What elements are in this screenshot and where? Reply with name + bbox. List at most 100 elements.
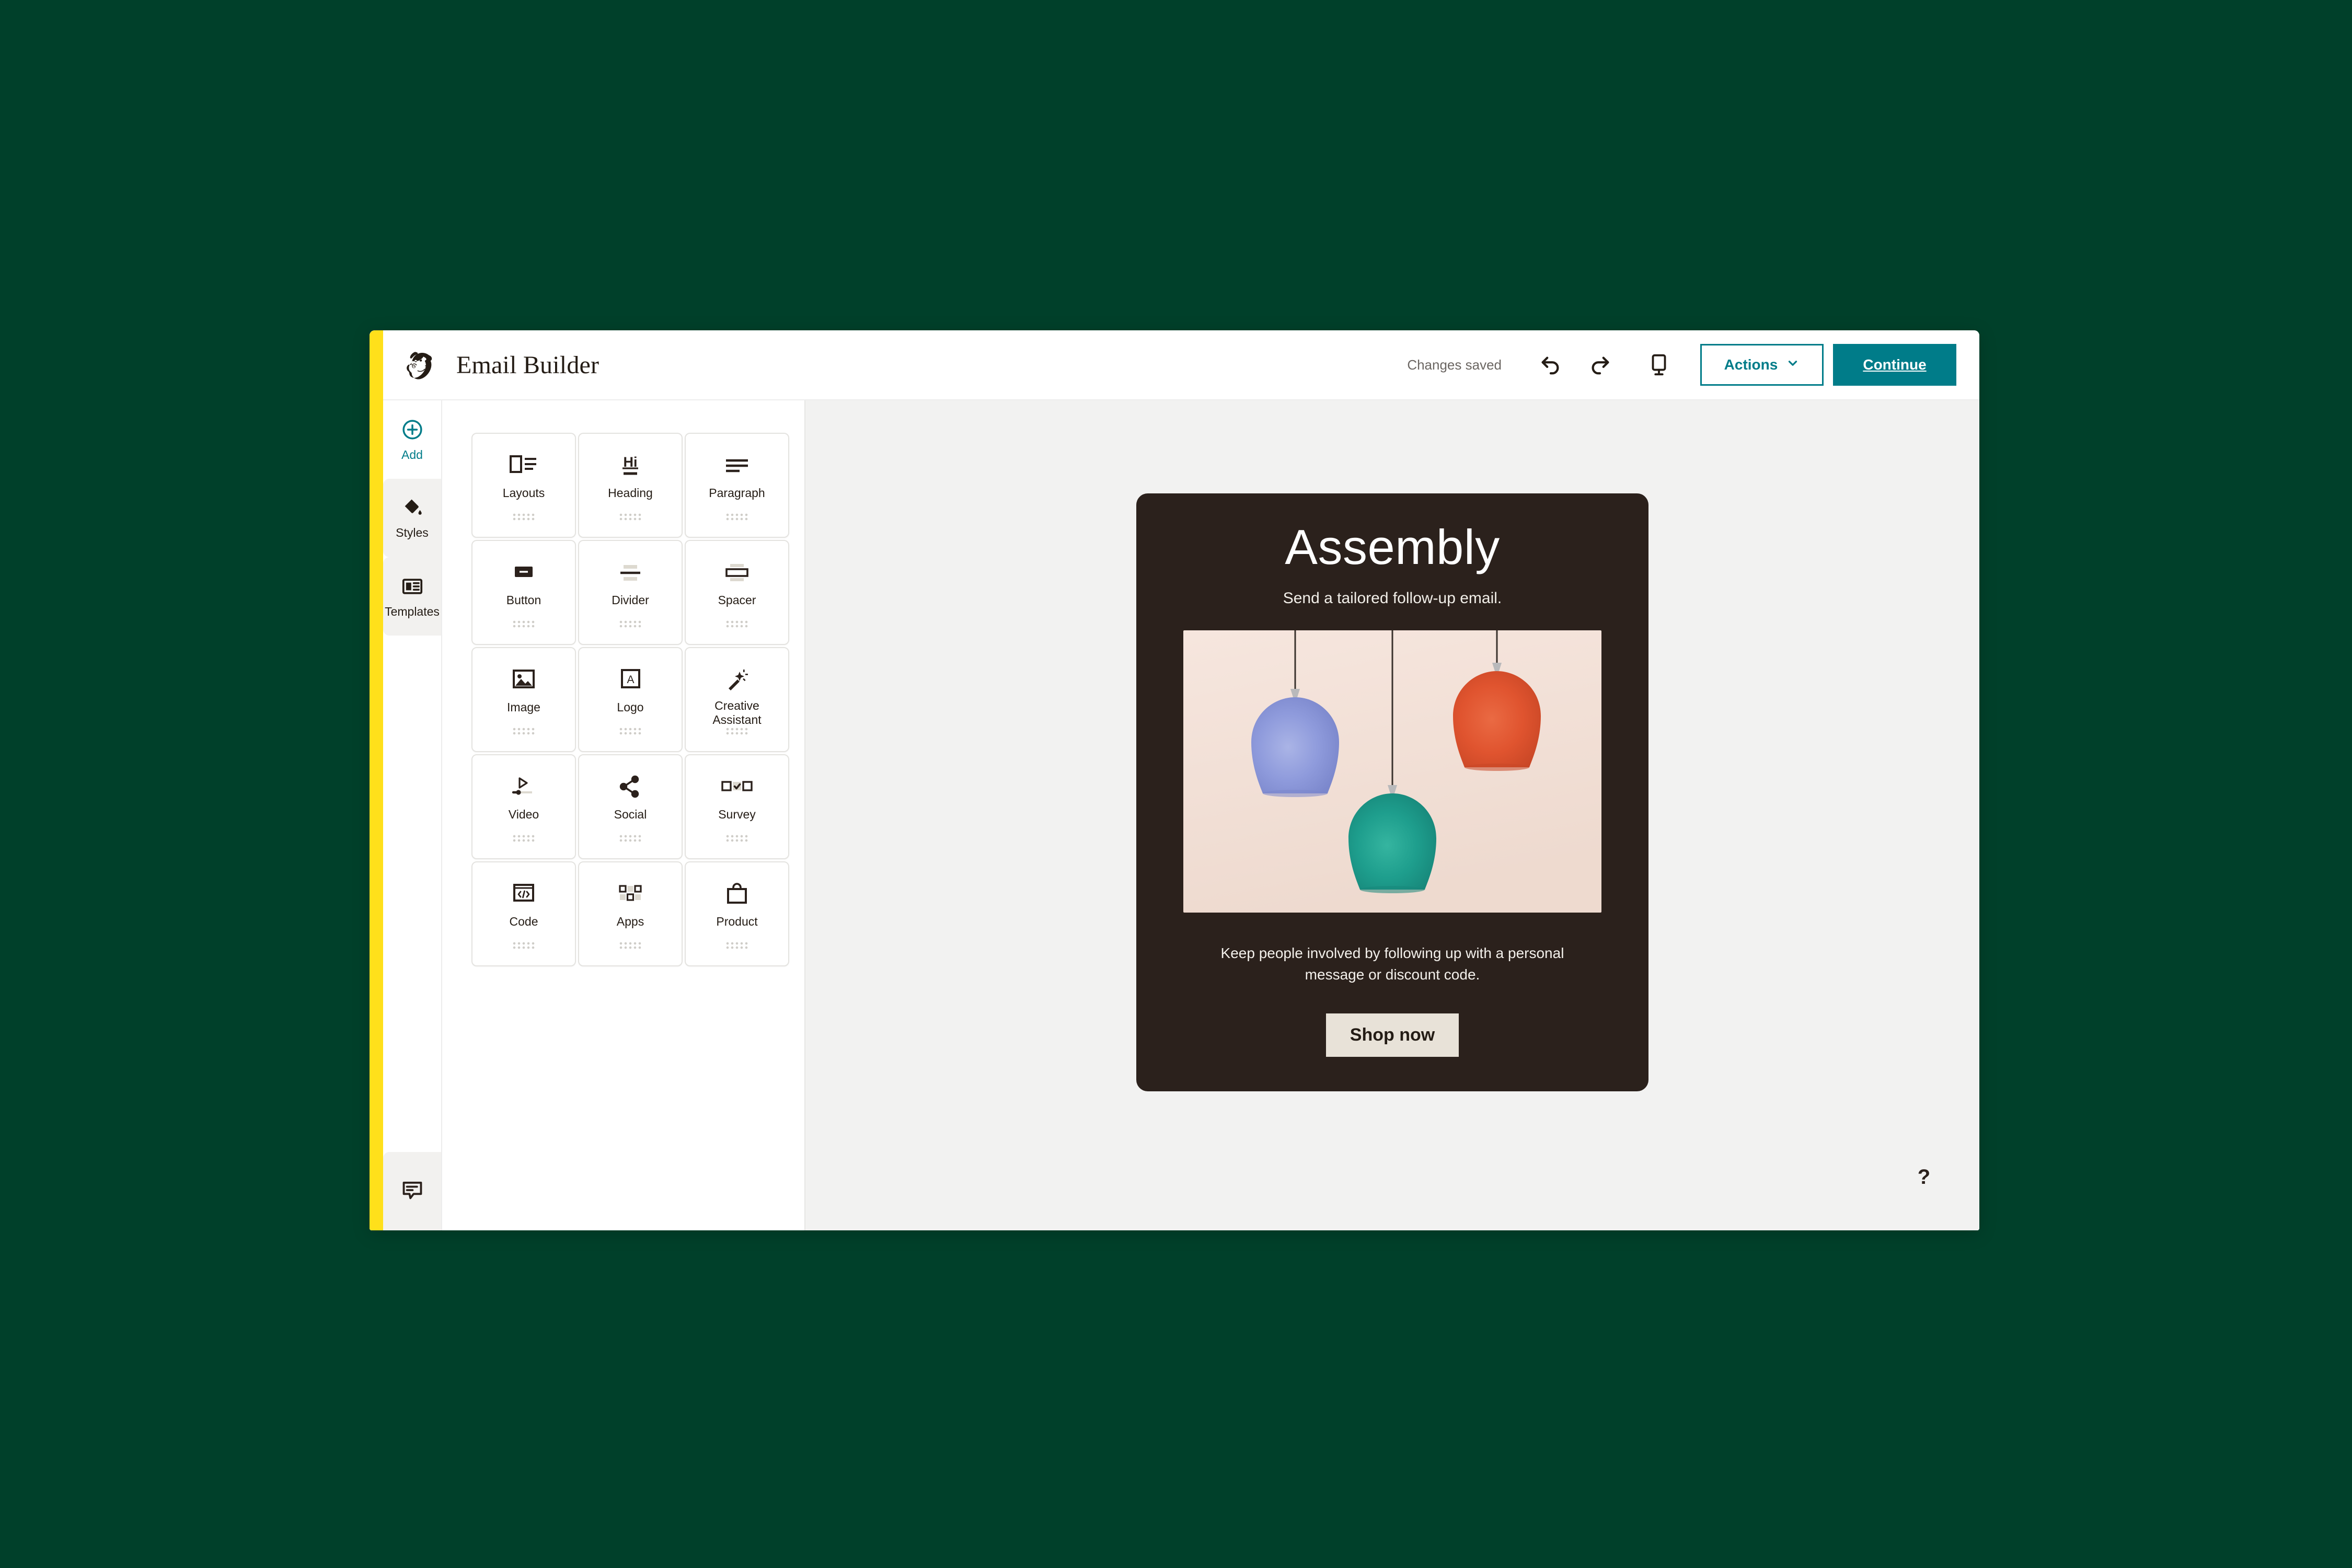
email-heading[interactable]: Assembly xyxy=(1285,523,1500,572)
block-label: Product xyxy=(716,915,758,928)
divider-icon xyxy=(614,556,647,590)
drag-dots-icon[interactable] xyxy=(513,834,535,846)
drag-dots-icon[interactable] xyxy=(726,727,748,739)
brand-accent-stripe xyxy=(370,330,383,1230)
block-card-creative-assistant[interactable]: Creative Assistant xyxy=(685,647,789,752)
drag-dots-icon[interactable] xyxy=(513,512,535,524)
email-subheading[interactable]: Send a tailored follow-up email. xyxy=(1283,590,1502,607)
sidebar-item-add[interactable]: Add xyxy=(383,400,441,479)
block-label: Survey xyxy=(718,808,756,821)
code-brackets-icon xyxy=(509,877,538,912)
email-preview-canvas: Assembly Send a tailored follow-up email… xyxy=(805,400,1979,1230)
chevron-down-icon xyxy=(1786,356,1800,374)
block-label: Apps xyxy=(616,915,644,928)
sidebar-item-label: Templates xyxy=(385,605,440,618)
email-preview-card[interactable]: Assembly Send a tailored follow-up email… xyxy=(1136,493,1648,1092)
drag-dots-icon[interactable] xyxy=(619,941,641,953)
image-icon xyxy=(509,663,539,697)
brand: Email Builder xyxy=(403,345,599,385)
block-card-video[interactable]: Video xyxy=(471,754,576,859)
toolbar-actions: Changes saved Actions Continue xyxy=(1407,344,1956,386)
block-card-layouts[interactable]: Layouts xyxy=(471,433,576,538)
actions-label: Actions xyxy=(1724,356,1778,373)
redo-arrow-icon xyxy=(1588,353,1612,377)
block-label: Video xyxy=(508,808,539,821)
magic-wand-icon xyxy=(722,663,752,696)
actions-dropdown-button[interactable]: Actions xyxy=(1700,344,1824,386)
continue-button[interactable]: Continue xyxy=(1833,344,1956,386)
preview-device-button[interactable] xyxy=(1641,347,1677,383)
redo-button[interactable] xyxy=(1582,347,1619,383)
help-button[interactable]: ? xyxy=(1909,1162,1939,1192)
block-card-button[interactable]: Button xyxy=(471,540,576,645)
block-card-survey[interactable]: Survey xyxy=(685,754,789,859)
sidebar-item-styles[interactable]: Styles xyxy=(383,479,441,557)
save-status-text: Changes saved xyxy=(1407,356,1502,373)
block-label: Button xyxy=(506,593,541,607)
block-card-paragraph[interactable]: Paragraph xyxy=(685,433,789,538)
email-body-text[interactable]: Keep people involved by following up wit… xyxy=(1209,943,1575,985)
drag-dots-icon[interactable] xyxy=(513,619,535,631)
undo-button[interactable] xyxy=(1532,347,1569,383)
desktop-preview-icon xyxy=(1647,353,1671,377)
sidebar-item-templates[interactable]: Templates xyxy=(383,557,441,636)
drag-dots-icon[interactable] xyxy=(726,512,748,524)
block-card-divider[interactable]: Divider xyxy=(578,540,683,645)
undo-arrow-icon xyxy=(1538,353,1562,377)
block-label: Heading xyxy=(608,486,653,500)
block-card-image[interactable]: Image xyxy=(471,647,576,752)
templates-layout-icon xyxy=(401,575,424,601)
content-blocks-panel: Layouts Hi Heading Paragraph Button Divi… xyxy=(441,400,805,1230)
block-label: Code xyxy=(509,915,538,928)
hero-image[interactable] xyxy=(1183,630,1601,913)
block-label: Social xyxy=(614,808,647,821)
button-icon xyxy=(508,556,540,590)
drag-dots-icon[interactable] xyxy=(726,834,748,846)
block-label: Creative Assistant xyxy=(712,699,762,727)
drag-dots-icon[interactable] xyxy=(726,941,748,953)
block-card-spacer[interactable]: Spacer xyxy=(685,540,789,645)
drag-dots-icon[interactable] xyxy=(513,727,535,739)
sidebar-item-label: Add xyxy=(401,448,423,462)
speech-bubble-icon xyxy=(400,1178,424,1205)
sidebar-item-label: Styles xyxy=(396,526,429,539)
heading-hi-icon: Hi xyxy=(614,448,647,483)
block-card-logo[interactable]: A Logo xyxy=(578,647,683,752)
video-play-icon xyxy=(508,770,539,804)
svg-text:A: A xyxy=(627,674,634,686)
page-title: Email Builder xyxy=(456,351,599,379)
content-blocks-grid: Layouts Hi Heading Paragraph Button Divi… xyxy=(471,433,804,966)
block-label: Paragraph xyxy=(709,486,765,500)
feedback-button[interactable] xyxy=(383,1152,441,1230)
spacer-icon xyxy=(721,556,753,590)
drag-dots-icon[interactable] xyxy=(619,727,641,739)
apps-grid-icon xyxy=(616,877,645,912)
block-card-heading[interactable]: Hi Heading xyxy=(578,433,683,538)
survey-checkbox-icon xyxy=(720,770,754,804)
drag-dots-icon[interactable] xyxy=(726,619,748,631)
plus-circle-icon xyxy=(401,418,424,444)
block-label: Image xyxy=(507,700,540,714)
app-body: Add Styles Templates Layouts Hi Heading … xyxy=(370,400,1979,1230)
drag-dots-icon[interactable] xyxy=(619,834,641,846)
block-label: Spacer xyxy=(718,593,756,607)
shop-now-button[interactable]: Shop now xyxy=(1325,1013,1459,1057)
paragraph-lines-icon xyxy=(721,448,753,483)
email-builder-window: Email Builder Changes saved Actions Cont… xyxy=(370,330,1979,1230)
block-card-product[interactable]: Product xyxy=(685,861,789,966)
block-card-apps[interactable]: Apps xyxy=(578,861,683,966)
drag-dots-icon[interactable] xyxy=(513,941,535,953)
drag-dots-icon[interactable] xyxy=(619,512,641,524)
mailchimp-freddie-logo xyxy=(403,345,443,385)
paint-bucket-icon xyxy=(401,497,423,522)
drag-dots-icon[interactable] xyxy=(619,619,641,631)
block-label: Layouts xyxy=(502,486,545,500)
block-label: Divider xyxy=(612,593,649,607)
social-share-icon xyxy=(616,770,644,804)
shopping-bag-icon xyxy=(723,877,751,912)
layouts-icon xyxy=(508,448,540,483)
block-label: Logo xyxy=(617,700,644,714)
block-card-code[interactable]: Code xyxy=(471,861,576,966)
block-card-social[interactable]: Social xyxy=(578,754,683,859)
top-toolbar: Email Builder Changes saved Actions Cont… xyxy=(370,330,1979,400)
